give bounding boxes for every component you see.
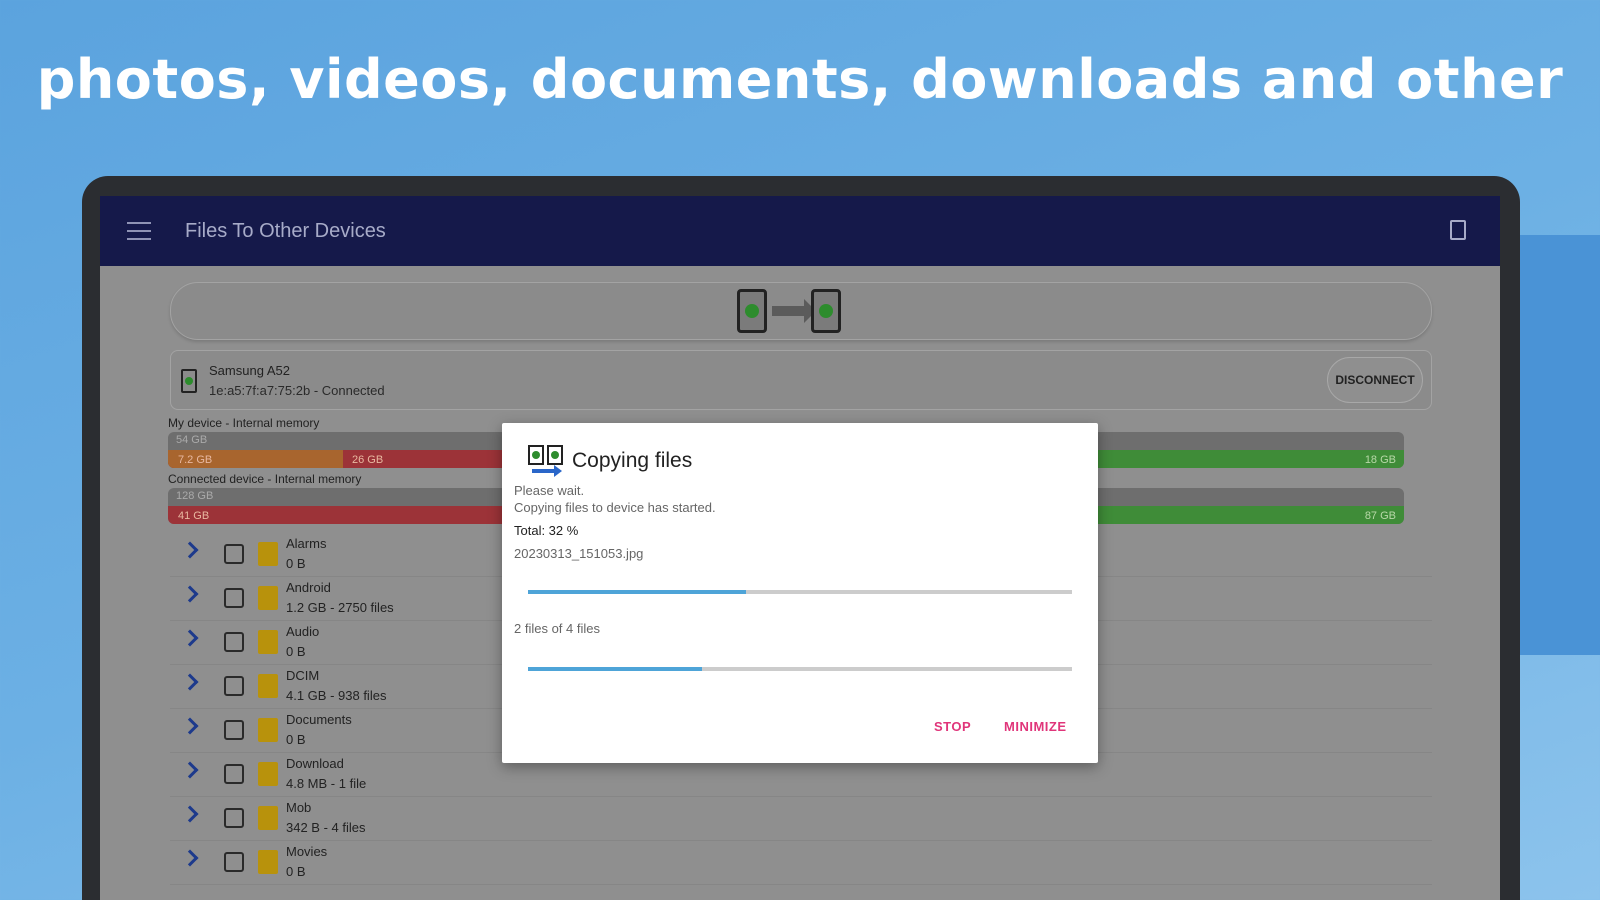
- dialog-title: Copying files: [572, 449, 693, 472]
- memory-free: 87 GB: [1364, 510, 1396, 522]
- folder-icon: [258, 542, 278, 566]
- documents-folder-icon: [258, 718, 278, 742]
- folder-name: Alarms: [286, 536, 327, 551]
- device-name: Samsung A52: [209, 363, 290, 378]
- disconnect-button[interactable]: DISCONNECT: [1327, 357, 1423, 403]
- folder-name: Download: [286, 756, 344, 771]
- dialog-wait-text: Please wait.: [514, 483, 585, 498]
- folder-name: Documents: [286, 712, 352, 727]
- chevron-right-icon[interactable]: [181, 585, 199, 603]
- folder-checkbox[interactable]: [224, 852, 244, 872]
- transfer-bar: [170, 282, 1432, 340]
- total-progress-bar: [528, 667, 1072, 671]
- memory-segment-1: 7.2 GB: [178, 454, 213, 466]
- stop-button[interactable]: STOP: [934, 719, 971, 734]
- folder-row[interactable]: Mob 342 B - 4 files: [170, 798, 1432, 841]
- app-title: Files To Other Devices: [185, 219, 386, 242]
- folder-info: 4.8 MB - 1 file: [286, 776, 367, 791]
- folder-info: 0 B: [286, 644, 306, 659]
- chevron-right-icon[interactable]: [181, 849, 199, 867]
- copying-files-dialog: Copying files Please wait. Copying files…: [502, 423, 1098, 763]
- memory-free: 18 GB: [1364, 454, 1396, 466]
- total-progress-fill: [528, 667, 703, 671]
- dialog-total-percent: Total: 32 %: [514, 523, 579, 538]
- camera-folder-icon: [258, 674, 278, 698]
- hamburger-menu-icon[interactable]: [127, 222, 151, 240]
- movies-folder-icon: [258, 850, 278, 874]
- folder-icon: [258, 806, 278, 830]
- chevron-right-icon[interactable]: [181, 629, 199, 647]
- transfer-arrow-icon: [772, 299, 816, 323]
- device-status: 1e:a5:7f:a7:75:2b - Connected: [209, 383, 385, 398]
- chevron-right-icon[interactable]: [181, 541, 199, 559]
- dialog-status-text: Copying files to device has started.: [514, 500, 716, 515]
- dialog-file-count: 2 files of 4 files: [514, 621, 600, 636]
- folder-name: Movies: [286, 844, 328, 859]
- copy-devices-icon: [528, 445, 563, 477]
- chevron-right-icon[interactable]: [181, 805, 199, 823]
- folder-info: 0 B: [286, 864, 306, 879]
- folder-name: Android: [286, 580, 331, 595]
- chevron-right-icon[interactable]: [181, 673, 199, 691]
- memory-total: 128 GB: [176, 490, 214, 502]
- folder-name: DCIM: [286, 668, 320, 683]
- file-progress-bar: [528, 590, 1072, 594]
- memory-segment-1: 41 GB: [178, 510, 210, 522]
- folder-name: Audio: [286, 624, 320, 639]
- folder-row[interactable]: Movies 0 B: [170, 842, 1432, 885]
- folder-info: 342 B - 4 files: [286, 820, 366, 835]
- download-folder-icon: [258, 762, 278, 786]
- promo-headline: photos, videos, documents, downloads and…: [36, 48, 1564, 111]
- file-progress-fill: [528, 590, 746, 594]
- chevron-right-icon[interactable]: [181, 761, 199, 779]
- target-phone-icon: [811, 289, 841, 333]
- folder-checkbox[interactable]: [224, 544, 244, 564]
- phone-icon: [181, 369, 197, 393]
- memory-segment-2: 26 GB: [352, 454, 384, 466]
- source-phone-icon: [737, 289, 767, 333]
- folder-info: 4.1 GB - 938 files: [286, 688, 387, 703]
- memory-total: 54 GB: [176, 434, 208, 446]
- chevron-right-icon[interactable]: [181, 717, 199, 735]
- folder-checkbox[interactable]: [224, 764, 244, 784]
- folder-icon: [258, 586, 278, 610]
- minimize-button[interactable]: MINIMIZE: [1004, 719, 1067, 734]
- folder-checkbox[interactable]: [224, 676, 244, 696]
- folder-checkbox[interactable]: [224, 588, 244, 608]
- connected-device-memory-label: Connected device - Internal memory: [168, 472, 362, 486]
- folder-info: 0 B: [286, 556, 306, 571]
- document-icon[interactable]: [1450, 220, 1466, 240]
- folder-info: 0 B: [286, 732, 306, 747]
- folder-info: 1.2 GB - 2750 files: [286, 600, 394, 615]
- folder-icon: [258, 630, 278, 654]
- my-device-memory-label: My device - Internal memory: [168, 416, 320, 430]
- connected-device-card: Samsung A52 1e:a5:7f:a7:75:2b - Connecte…: [170, 350, 1432, 410]
- app-bar: Files To Other Devices: [100, 196, 1500, 266]
- dialog-current-file: 20230313_151053.jpg: [514, 546, 644, 561]
- folder-checkbox[interactable]: [224, 632, 244, 652]
- folder-checkbox[interactable]: [224, 808, 244, 828]
- folder-checkbox[interactable]: [224, 720, 244, 740]
- folder-name: Mob: [286, 800, 312, 815]
